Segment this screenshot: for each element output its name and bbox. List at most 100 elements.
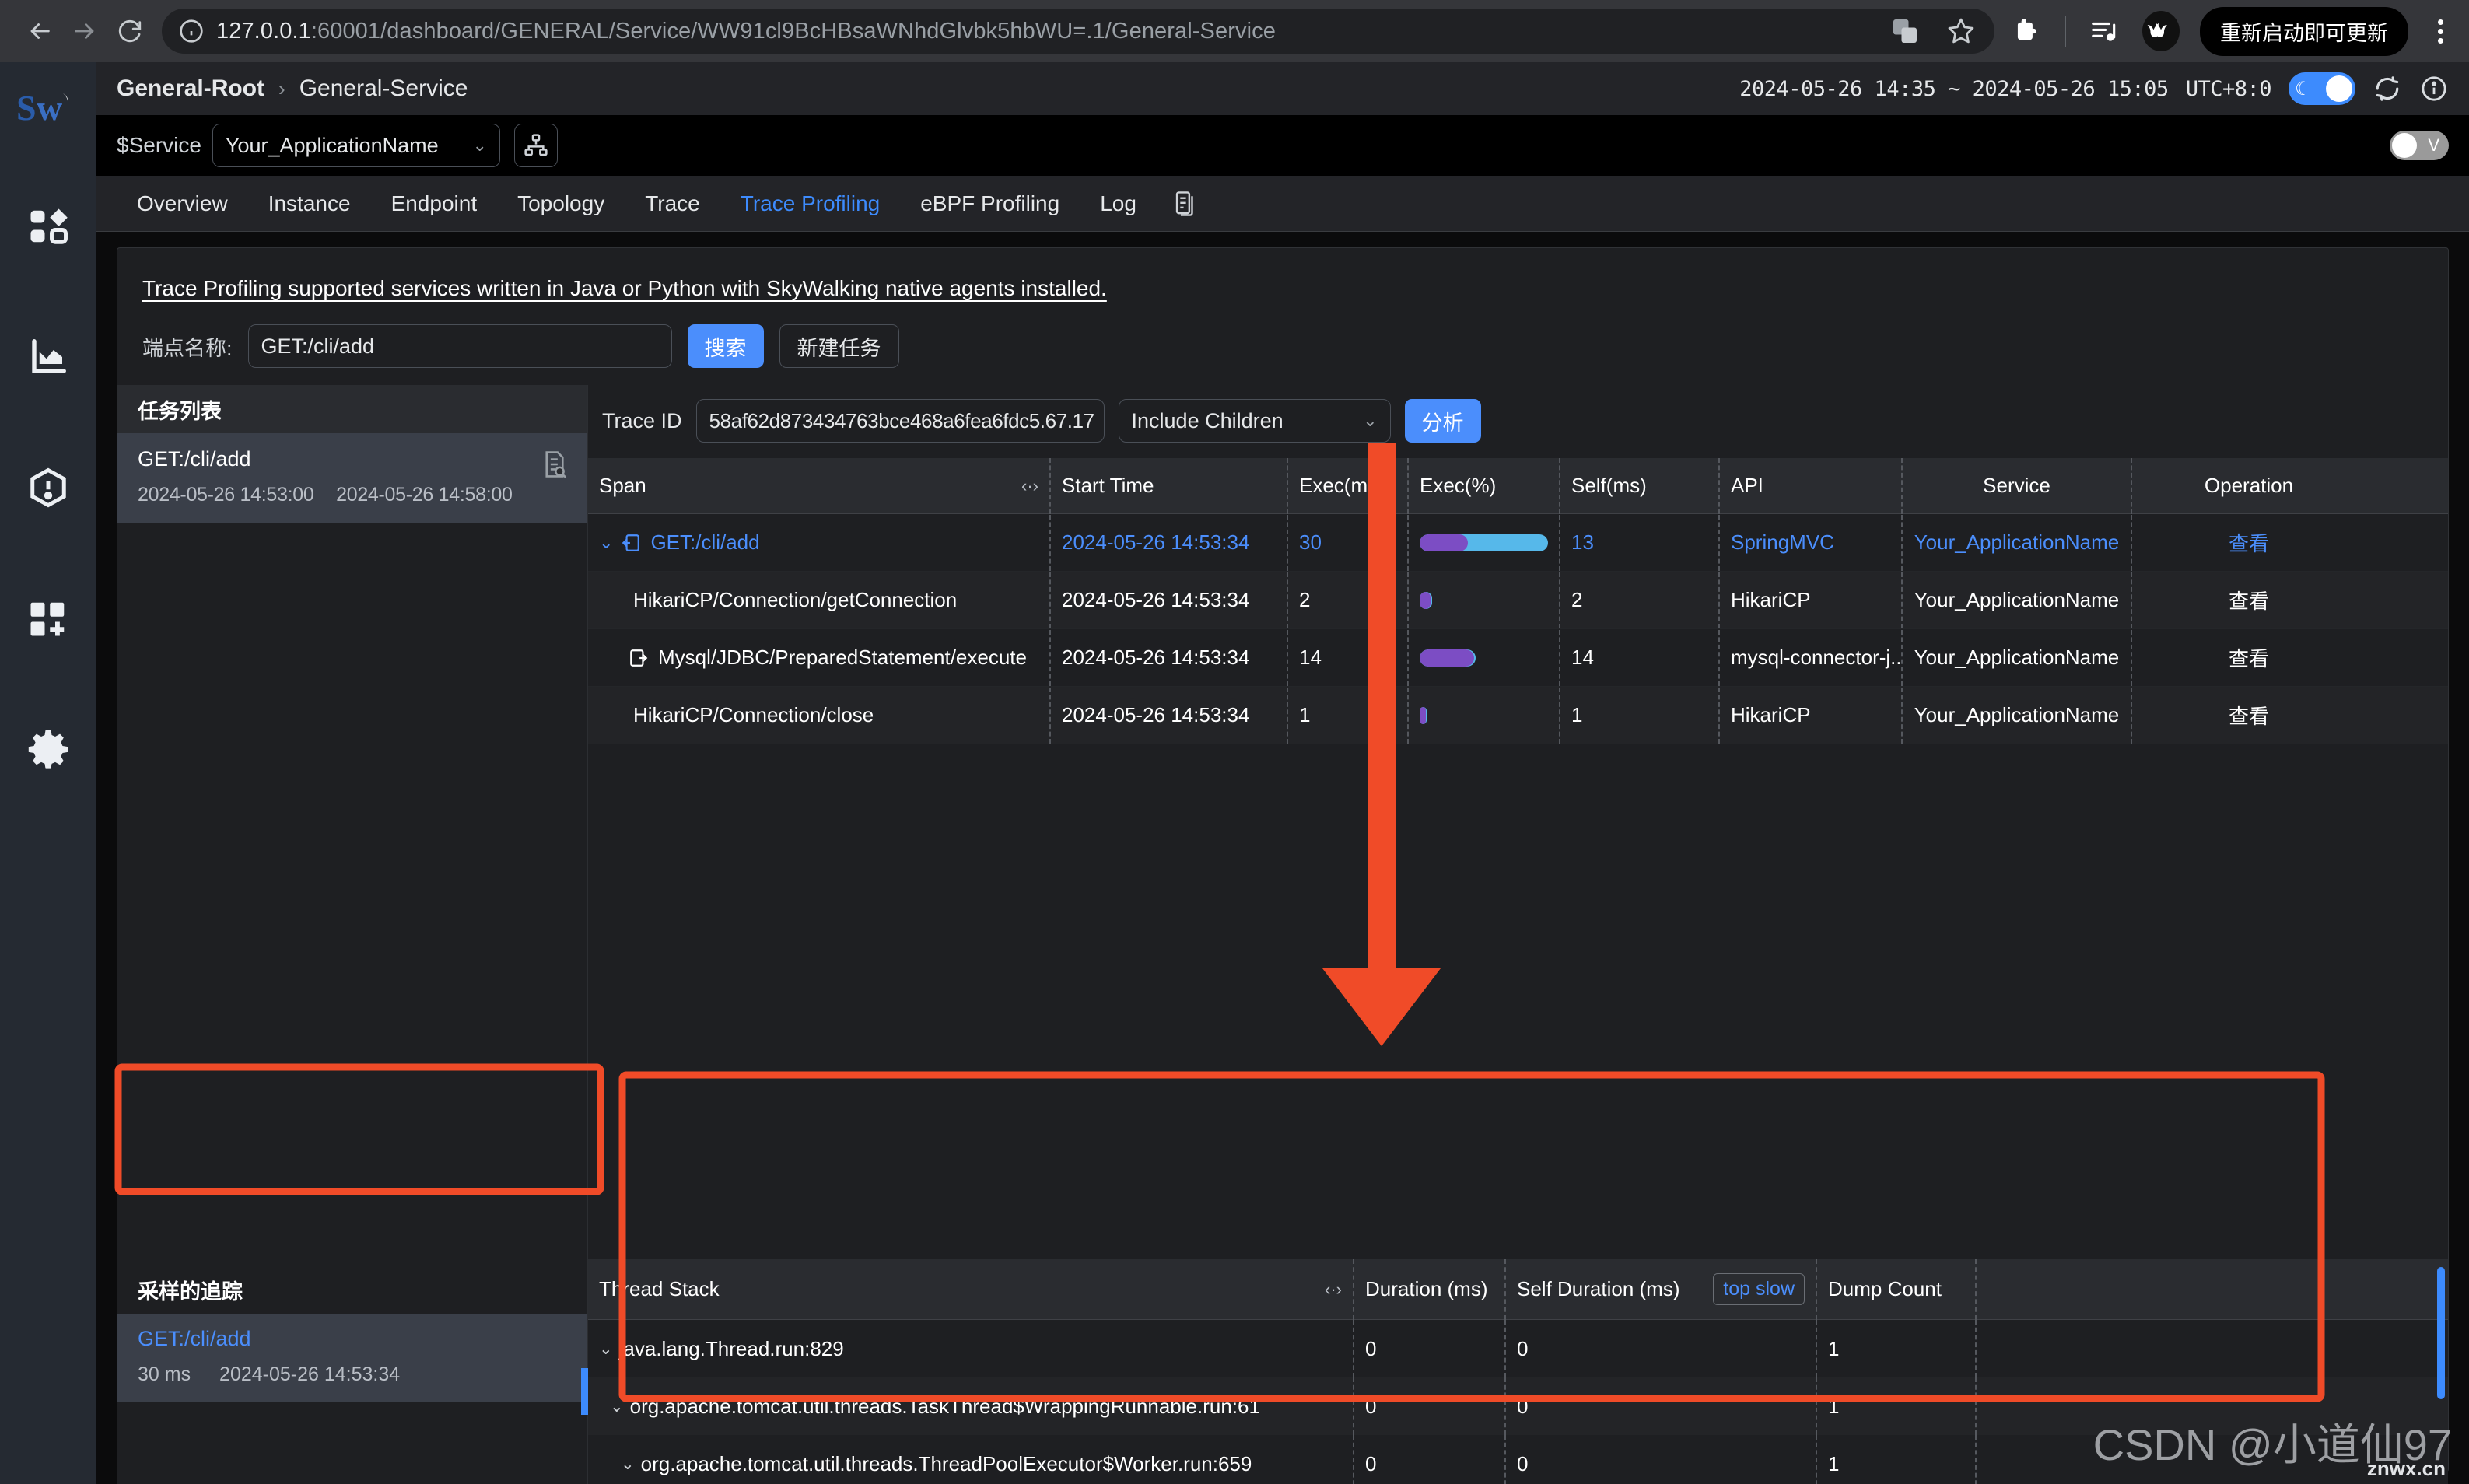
cell-self-duration: 0 xyxy=(1506,1435,1817,1484)
stack-frame-label: org.apache.tomcat.util.threads.ThreadPoo… xyxy=(640,1451,1252,1475)
analyze-button[interactable]: 分析 xyxy=(1404,399,1481,443)
sidebar-item-settings[interactable] xyxy=(0,710,96,788)
cell-self-ms: 1 xyxy=(1560,687,1720,744)
cell-operation-view-link[interactable]: 查看 xyxy=(2132,515,2366,571)
endpoint-name-input[interactable]: GET:/cli/add xyxy=(247,324,672,368)
back-arrow-icon[interactable] xyxy=(17,9,62,54)
header-controls: 2024-05-26 14:35 ~ 2024-05-26 15:05 UTC+… xyxy=(1739,72,2449,105)
sampled-trace-item[interactable]: GET:/cli/add 30 ms 2024-05-26 14:53:34 xyxy=(117,1314,587,1402)
sampled-trace-name[interactable]: GET:/cli/add xyxy=(138,1327,567,1351)
table-row[interactable]: Mysql/JDBC/PreparedStatement/execute 202… xyxy=(588,629,2448,687)
sidebar-item-dashboard[interactable] xyxy=(0,187,96,265)
moon-icon: ☾ xyxy=(2295,78,2312,100)
task-list-title: 任务列表 xyxy=(117,385,587,433)
task-detail-icon[interactable] xyxy=(542,450,567,482)
tab-trace-profiling[interactable]: Trace Profiling xyxy=(720,176,900,232)
forward-arrow-icon[interactable] xyxy=(62,9,107,54)
chevron-down-icon: ⌄ xyxy=(1363,411,1378,430)
cell-self-duration: 0 xyxy=(1506,1377,1817,1435)
expand-caret-icon[interactable]: ⌄ xyxy=(621,1454,635,1474)
star-icon[interactable] xyxy=(1943,13,1979,49)
toggle-knob xyxy=(2326,75,2352,102)
tab-ebpf-profiling[interactable]: eBPF Profiling xyxy=(900,176,1080,232)
include-children-select[interactable]: Include Children ⌄ xyxy=(1118,399,1391,443)
skywalking-logo[interactable]: S w xyxy=(15,86,82,136)
cell-exec-ms: 1 xyxy=(1288,687,1409,744)
span-name-link[interactable]: GET:/cli/add xyxy=(650,530,759,555)
entry-span-icon xyxy=(621,533,641,553)
tab-endpoint[interactable]: Endpoint xyxy=(371,176,498,232)
tab-instance[interactable]: Instance xyxy=(248,176,371,232)
span-name-text: HikariCP/Connection/close xyxy=(633,703,874,726)
cell-start-time: 2024-05-26 14:53:34 xyxy=(1051,687,1288,744)
service-select[interactable]: Your_ApplicationName ⌄ xyxy=(212,124,500,167)
cell-self-ms: 13 xyxy=(1560,514,1720,571)
column-resize-handle[interactable]: ‹·› xyxy=(1325,1279,1342,1300)
sidebar-item-alarm[interactable] xyxy=(0,449,96,527)
expand-caret-icon[interactable]: ⌄ xyxy=(599,533,613,553)
span-table: Span ‹·› Start Time Exec(ms) Exec(%) Sel… xyxy=(588,457,2448,744)
search-button[interactable]: 搜索 xyxy=(687,324,764,368)
table-row[interactable]: ⌄ java.lang.Thread.run:829 0 0 1 xyxy=(588,1320,2448,1377)
cell-span: Mysql/JDBC/PreparedStatement/execute xyxy=(588,629,1051,686)
vertical-scrollbar[interactable] xyxy=(2437,1267,2445,1399)
browser-toolbar: 127.0.0.1:60001/dashboard/GENERAL/Servic… xyxy=(0,0,2469,62)
copy-dashboard-icon[interactable] xyxy=(1157,176,1214,232)
address-bar-url: 127.0.0.1:60001/dashboard/GENERAL/Servic… xyxy=(216,19,1276,44)
column-resize-handle[interactable]: ‹·› xyxy=(1021,476,1038,496)
breadcrumb-root[interactable]: General-Root xyxy=(117,75,264,102)
time-range-picker[interactable]: 2024-05-26 14:35 ~ 2024-05-26 15:05 xyxy=(1739,77,2169,101)
tab-trace[interactable]: Trace xyxy=(625,176,720,232)
trace-id-row: Trace ID 58af62d873434763bce468a6fea6fdc… xyxy=(588,385,2448,458)
cell-api[interactable]: SpringMVC xyxy=(1720,514,1903,571)
cell-operation-view-link[interactable]: 查看 xyxy=(2132,688,2366,744)
expand-caret-icon[interactable]: ⌄ xyxy=(610,1397,624,1416)
cell-thread-stack: ⌄ java.lang.Thread.run:829 xyxy=(588,1320,1354,1377)
cell-spacer xyxy=(1977,1320,2448,1377)
hierarchy-icon[interactable] xyxy=(513,124,558,167)
trace-id-input[interactable]: 58af62d873434763bce468a6fea6fdc5.67.17 xyxy=(695,399,1105,443)
sidebar-item-metrics[interactable] xyxy=(0,318,96,396)
toggle-knob xyxy=(2392,133,2417,158)
kebab-menu-icon[interactable] xyxy=(2429,19,2452,44)
cell-span: HikariCP/Connection/getConnection xyxy=(588,572,1051,628)
url-host: 127.0.0.1 xyxy=(216,18,311,44)
reading-list-icon[interactable] xyxy=(2086,13,2122,49)
table-row[interactable]: ⌄ GET:/cli/add 2024-05-26 14:53:34 30 13… xyxy=(588,514,2448,572)
profile-avatar-icon[interactable] xyxy=(2142,11,2180,51)
col-label-self-duration: Self Duration (ms) xyxy=(1517,1277,1680,1300)
table-row[interactable]: HikariCP/Connection/getConnection 2024-0… xyxy=(588,572,2448,629)
left-nav-rail: S w xyxy=(0,62,96,1484)
service-variable-label: $Service xyxy=(117,133,201,157)
tab-topology[interactable]: Topology xyxy=(497,176,625,232)
top-slow-button[interactable]: top slow xyxy=(1713,1273,1805,1305)
cell-thread-stack: ⌄ org.apache.tomcat.util.threads.TaskThr… xyxy=(588,1377,1354,1435)
tab-log[interactable]: Log xyxy=(1080,176,1157,232)
service-select-value: Your_ApplicationName xyxy=(225,133,439,157)
update-button[interactable]: 重新启动即可更新 xyxy=(2200,6,2408,56)
expand-caret-icon[interactable]: ⌄ xyxy=(599,1339,613,1359)
cell-operation-view-link[interactable]: 查看 xyxy=(2132,572,2366,628)
task-list-item[interactable]: GET:/cli/add 2024-05-26 14:53:00 2024-05… xyxy=(117,433,587,523)
sampled-traces-column: 采样的追踪 GET:/cli/add 30 ms 2024-05-26 14:5… xyxy=(117,1259,589,1484)
new-task-button[interactable]: 新建任务 xyxy=(779,324,899,368)
info-circle-icon[interactable] xyxy=(2419,74,2449,103)
cell-service[interactable]: Your_ApplicationName xyxy=(1903,514,2132,571)
sidebar-collapse-toggle[interactable]: V xyxy=(2390,131,2449,160)
cell-exec-pct xyxy=(1409,514,1560,571)
table-row[interactable]: HikariCP/Connection/close 2024-05-26 14:… xyxy=(588,687,2448,744)
translate-icon[interactable] xyxy=(1887,13,1923,49)
tab-overview[interactable]: Overview xyxy=(117,176,248,232)
site-info-icon[interactable] xyxy=(177,17,205,45)
dark-mode-toggle[interactable]: ☾ xyxy=(2289,72,2355,105)
sidebar-item-marketplace[interactable] xyxy=(0,579,96,657)
sampled-traces-title: 采样的追踪 xyxy=(138,1280,243,1304)
cell-operation-view-link[interactable]: 查看 xyxy=(2132,630,2366,686)
extensions-puzzle-icon[interactable] xyxy=(2008,13,2044,49)
address-bar[interactable]: 127.0.0.1:60001/dashboard/GENERAL/Servic… xyxy=(162,9,1994,54)
reload-icon[interactable] xyxy=(107,9,152,54)
trace-profiling-notice: Trace Profiling supported services writt… xyxy=(142,276,1107,300)
exec-pct-bar xyxy=(1420,534,1548,551)
cell-dump-count: 1 xyxy=(1817,1377,1977,1435)
refresh-icon[interactable] xyxy=(2373,74,2402,103)
